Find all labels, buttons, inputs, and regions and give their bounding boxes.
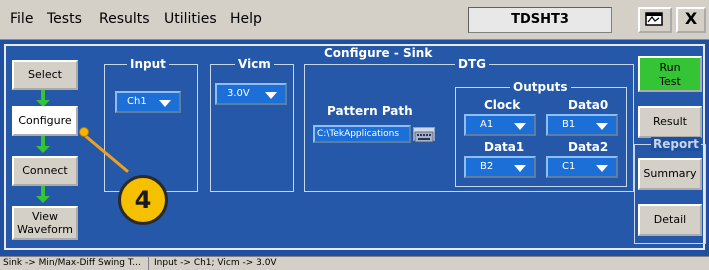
clock-label: Clock [484, 98, 521, 112]
app-name: TDSHT3 [468, 7, 612, 33]
menu-tests[interactable]: Tests [47, 11, 82, 27]
input-group: Input Ch1 [104, 57, 198, 192]
view-label: View [31, 210, 59, 223]
configure-frame: Configure - Sink Select Configure Connec… [4, 44, 705, 250]
close-button[interactable]: X [676, 7, 706, 33]
detail-button[interactable]: Detail [638, 204, 702, 236]
dtg-title: DTG [455, 57, 489, 71]
window-toggle-button[interactable] [638, 7, 672, 33]
flow-arrow-head-3 [36, 196, 50, 203]
main-panel: Configure - Sink Select Configure Connec… [0, 40, 709, 256]
run-test-button[interactable]: Run Test [638, 56, 702, 92]
keyboard-glyph-icon [414, 131, 434, 143]
status-right: Input -> Ch1; Vicm -> 3.0V [154, 258, 277, 268]
select-button[interactable]: Select [12, 60, 78, 90]
chevron-down-icon [265, 92, 277, 99]
connect-button[interactable]: Connect [12, 156, 78, 186]
callout-number: 4 [118, 175, 168, 225]
chevron-down-icon [596, 165, 608, 172]
result-button[interactable]: Result [638, 106, 702, 138]
outputs-title: Outputs [510, 80, 571, 94]
data1-label: Data1 [484, 140, 525, 154]
waveform-label: Waveform [17, 223, 73, 236]
report-title: Report [651, 137, 701, 151]
callout-dot [79, 127, 89, 137]
outputs-group: Outputs Clock Data0 A1 B1 Data1 Data2 B2 [455, 80, 627, 187]
data0-label: Data0 [568, 98, 609, 112]
flow-arrow-head-2 [36, 146, 50, 153]
menu-file[interactable]: File [10, 11, 33, 27]
vicm-title: Vicm [235, 57, 274, 71]
menu-utilities[interactable]: Utilities [164, 11, 217, 27]
menu-results[interactable]: Results [99, 11, 150, 27]
data2-dropdown[interactable]: C1 [546, 156, 618, 178]
vicm-group: Vicm 3.0V [210, 57, 294, 192]
vicm-value: 3.0V [227, 88, 250, 99]
chevron-down-icon [514, 123, 526, 130]
menu-help[interactable]: Help [230, 11, 262, 27]
dtg-group: DTG Pattern Path C:\TekApplications Outp… [304, 57, 634, 192]
status-bar: Sink -> Min/Max-Diff Swing T... Input ->… [0, 256, 709, 270]
input-dropdown[interactable]: Ch1 [115, 91, 181, 113]
view-waveform-button[interactable]: View Waveform [12, 206, 78, 240]
input-title: Input [127, 57, 169, 71]
data0-value: B1 [562, 119, 576, 130]
keyboard-icon[interactable] [413, 127, 435, 143]
test-label: Test [659, 75, 681, 88]
data1-dropdown[interactable]: B2 [464, 156, 536, 178]
data0-dropdown[interactable]: B1 [546, 114, 618, 136]
chevron-down-icon [596, 123, 608, 130]
pattern-path-field[interactable]: C:\TekApplications [313, 125, 411, 143]
status-left: Sink -> Min/Max-Diff Swing T... [3, 258, 141, 268]
input-value: Ch1 [127, 96, 147, 107]
data2-label: Data2 [568, 140, 609, 154]
vicm-dropdown[interactable]: 3.0V [215, 83, 287, 105]
menu-bar: File Tests Results Utilities Help TDSHT3… [0, 0, 709, 40]
run-label: Run [659, 61, 681, 74]
chevron-down-icon [514, 165, 526, 172]
pattern-path-label: Pattern Path [327, 104, 413, 118]
panel-title: Configure - Sink [324, 46, 433, 60]
status-divider [148, 256, 149, 270]
summary-button[interactable]: Summary [638, 158, 702, 190]
clock-dropdown[interactable]: A1 [464, 114, 536, 136]
clock-value: A1 [480, 119, 494, 130]
configure-button[interactable]: Configure [12, 106, 78, 136]
data2-value: C1 [562, 161, 576, 172]
chevron-down-icon [159, 100, 171, 107]
data1-value: B2 [480, 161, 494, 172]
window-toggle-icon [645, 12, 663, 26]
